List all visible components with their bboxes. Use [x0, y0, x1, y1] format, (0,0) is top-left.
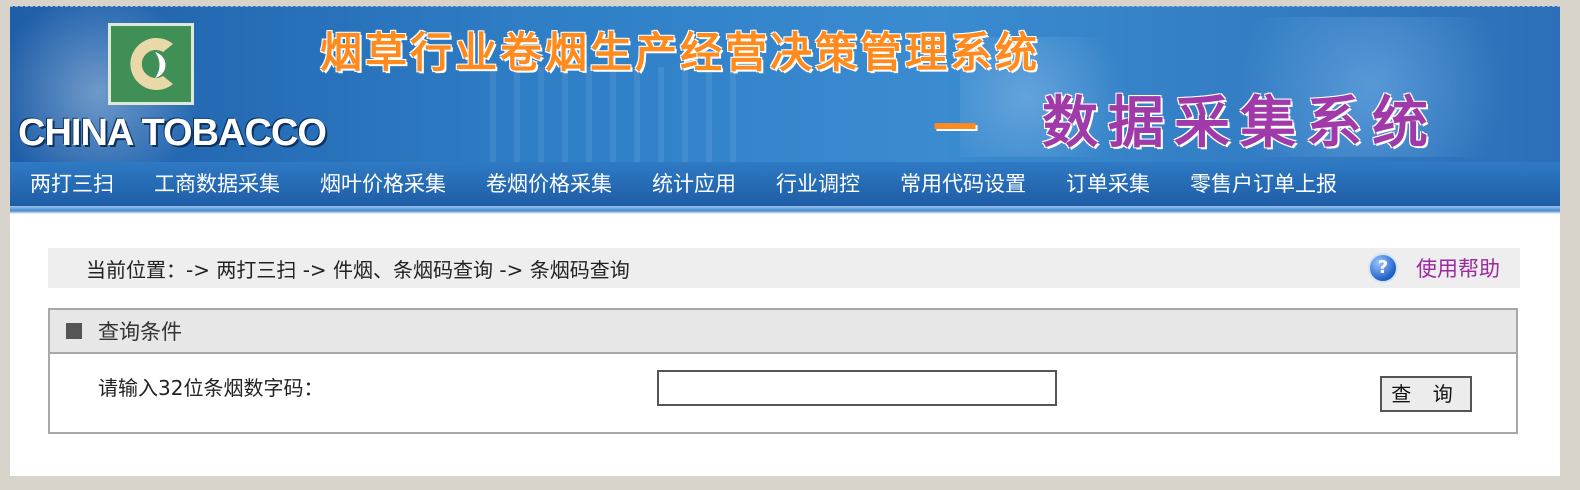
nav-item-statistics[interactable]: 统计应用: [632, 162, 756, 206]
nav-item-order-collection[interactable]: 订单采集: [1046, 162, 1170, 206]
help-link[interactable]: 使用帮助: [1416, 253, 1500, 283]
nav-item-business-data[interactable]: 工商数据采集: [134, 162, 300, 206]
brand-text: CHINA TOBACCO: [18, 112, 327, 154]
nav-item-liangda-sansao[interactable]: 两打三扫: [10, 162, 134, 206]
query-panel-title: 查询条件: [98, 320, 182, 344]
nav-item-leaf-price[interactable]: 烟叶价格采集: [300, 162, 466, 206]
square-bullet-icon: [66, 323, 82, 339]
breadcrumb: 当前位置：-> 两打三扫 -> 件烟、条烟码查询 -> 条烟码查询 ? 使用帮助: [48, 248, 1520, 288]
system-title: 烟草行业卷烟生产经营决策管理系统: [320, 28, 1041, 77]
page-frame: CHINA TOBACCO 烟草行业卷烟生产经营决策管理系统 — 数据采集系统 …: [10, 6, 1560, 476]
breadcrumb-text: 当前位置：-> 两打三扫 -> 件烟、条烟码查询 -> 条烟码查询: [86, 257, 630, 282]
query-button[interactable]: 查 询: [1380, 376, 1472, 412]
system-subtitle: 数据采集系统: [1042, 90, 1438, 156]
help-link-group[interactable]: ? 使用帮助: [1368, 248, 1500, 288]
main-nav: 两打三扫 工商数据采集 烟叶价格采集 卷烟价格采集 统计应用 行业调控 常用代码…: [10, 162, 1560, 206]
nav-item-cigarette-price[interactable]: 卷烟价格采集: [466, 162, 632, 206]
query-panel-header: 查询条件: [50, 310, 1516, 354]
barcode-input-label: 请输入32位条烟数字码：: [98, 376, 324, 400]
nav-item-retailer-order[interactable]: 零售户订单上报: [1170, 162, 1357, 206]
title-dash: —: [932, 96, 978, 150]
query-row: 请输入32位条烟数字码： 查 询: [50, 354, 1516, 432]
china-tobacco-logo-icon: [108, 23, 194, 105]
help-question-icon[interactable]: ?: [1368, 253, 1398, 283]
header-banner: CHINA TOBACCO 烟草行业卷烟生产经营决策管理系统 — 数据采集系统: [10, 6, 1560, 163]
nav-item-code-settings[interactable]: 常用代码设置: [880, 162, 1046, 206]
banner-decoration: [490, 67, 740, 163]
barcode-input[interactable]: [657, 370, 1057, 406]
query-panel: 查询条件 请输入32位条烟数字码： 查 询: [48, 308, 1518, 434]
nav-item-industry-control[interactable]: 行业调控: [756, 162, 880, 206]
nav-divider: [10, 206, 1560, 214]
